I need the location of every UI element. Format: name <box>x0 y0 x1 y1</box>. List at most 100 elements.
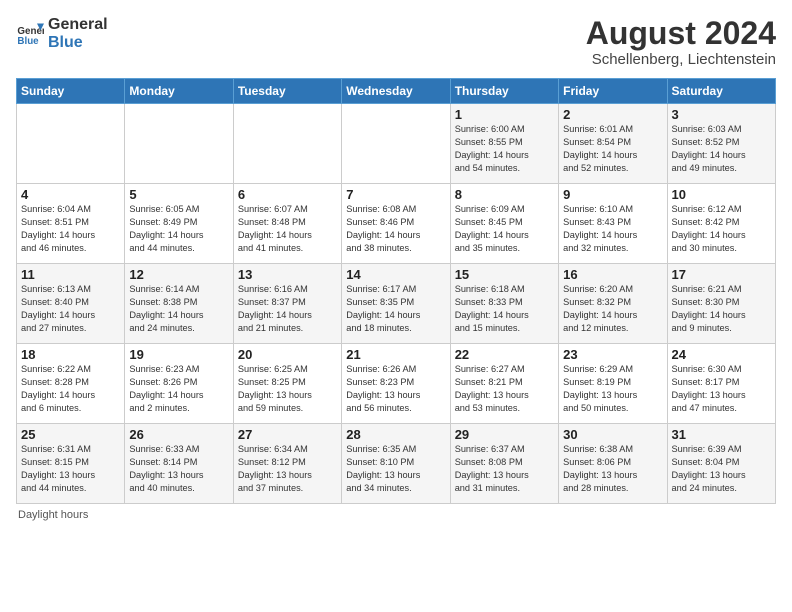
day-number: 10 <box>672 187 771 202</box>
day-info: Sunrise: 6:12 AM Sunset: 8:42 PM Dayligh… <box>672 203 771 255</box>
day-number: 2 <box>563 107 662 122</box>
calendar-cell: 1Sunrise: 6:00 AM Sunset: 8:55 PM Daylig… <box>450 104 558 184</box>
day-number: 27 <box>238 427 337 442</box>
calendar-cell: 26Sunrise: 6:33 AM Sunset: 8:14 PM Dayli… <box>125 424 233 504</box>
day-number: 9 <box>563 187 662 202</box>
calendar-cell: 14Sunrise: 6:17 AM Sunset: 8:35 PM Dayli… <box>342 264 450 344</box>
day-info: Sunrise: 6:08 AM Sunset: 8:46 PM Dayligh… <box>346 203 445 255</box>
calendar-week-row: 11Sunrise: 6:13 AM Sunset: 8:40 PM Dayli… <box>17 264 776 344</box>
calendar-cell <box>233 104 341 184</box>
day-number: 21 <box>346 347 445 362</box>
day-number: 29 <box>455 427 554 442</box>
calendar-cell: 30Sunrise: 6:38 AM Sunset: 8:06 PM Dayli… <box>559 424 667 504</box>
day-info: Sunrise: 6:23 AM Sunset: 8:26 PM Dayligh… <box>129 363 228 415</box>
day-info: Sunrise: 6:17 AM Sunset: 8:35 PM Dayligh… <box>346 283 445 335</box>
day-number: 31 <box>672 427 771 442</box>
calendar-cell: 10Sunrise: 6:12 AM Sunset: 8:42 PM Dayli… <box>667 184 775 264</box>
day-number: 7 <box>346 187 445 202</box>
day-number: 24 <box>672 347 771 362</box>
day-number: 25 <box>21 427 120 442</box>
day-info: Sunrise: 6:09 AM Sunset: 8:45 PM Dayligh… <box>455 203 554 255</box>
calendar-cell: 8Sunrise: 6:09 AM Sunset: 8:45 PM Daylig… <box>450 184 558 264</box>
day-info: Sunrise: 6:27 AM Sunset: 8:21 PM Dayligh… <box>455 363 554 415</box>
calendar-cell: 19Sunrise: 6:23 AM Sunset: 8:26 PM Dayli… <box>125 344 233 424</box>
logo-general: General <box>48 16 108 34</box>
title-block: August 2024 Schellenberg, Liechtenstein <box>586 16 776 68</box>
day-number: 16 <box>563 267 662 282</box>
calendar-cell: 13Sunrise: 6:16 AM Sunset: 8:37 PM Dayli… <box>233 264 341 344</box>
weekday-header: Sunday <box>17 79 125 104</box>
day-number: 5 <box>129 187 228 202</box>
day-info: Sunrise: 6:35 AM Sunset: 8:10 PM Dayligh… <box>346 443 445 495</box>
calendar-cell: 2Sunrise: 6:01 AM Sunset: 8:54 PM Daylig… <box>559 104 667 184</box>
calendar-cell: 6Sunrise: 6:07 AM Sunset: 8:48 PM Daylig… <box>233 184 341 264</box>
calendar-cell <box>17 104 125 184</box>
logo-icon: General Blue <box>16 20 44 48</box>
location: Schellenberg, Liechtenstein <box>586 51 776 68</box>
weekday-header: Monday <box>125 79 233 104</box>
calendar-cell: 7Sunrise: 6:08 AM Sunset: 8:46 PM Daylig… <box>342 184 450 264</box>
calendar-cell: 18Sunrise: 6:22 AM Sunset: 8:28 PM Dayli… <box>17 344 125 424</box>
calendar-cell: 23Sunrise: 6:29 AM Sunset: 8:19 PM Dayli… <box>559 344 667 424</box>
day-number: 1 <box>455 107 554 122</box>
day-number: 28 <box>346 427 445 442</box>
day-info: Sunrise: 6:25 AM Sunset: 8:25 PM Dayligh… <box>238 363 337 415</box>
day-info: Sunrise: 6:05 AM Sunset: 8:49 PM Dayligh… <box>129 203 228 255</box>
calendar-header-row: SundayMondayTuesdayWednesdayThursdayFrid… <box>17 79 776 104</box>
calendar-cell: 31Sunrise: 6:39 AM Sunset: 8:04 PM Dayli… <box>667 424 775 504</box>
calendar-week-row: 25Sunrise: 6:31 AM Sunset: 8:15 PM Dayli… <box>17 424 776 504</box>
calendar-cell: 22Sunrise: 6:27 AM Sunset: 8:21 PM Dayli… <box>450 344 558 424</box>
day-info: Sunrise: 6:14 AM Sunset: 8:38 PM Dayligh… <box>129 283 228 335</box>
day-number: 17 <box>672 267 771 282</box>
calendar-cell: 15Sunrise: 6:18 AM Sunset: 8:33 PM Dayli… <box>450 264 558 344</box>
day-number: 12 <box>129 267 228 282</box>
day-info: Sunrise: 6:33 AM Sunset: 8:14 PM Dayligh… <box>129 443 228 495</box>
day-info: Sunrise: 6:07 AM Sunset: 8:48 PM Dayligh… <box>238 203 337 255</box>
weekday-header: Saturday <box>667 79 775 104</box>
day-info: Sunrise: 6:38 AM Sunset: 8:06 PM Dayligh… <box>563 443 662 495</box>
calendar-week-row: 1Sunrise: 6:00 AM Sunset: 8:55 PM Daylig… <box>17 104 776 184</box>
calendar-cell: 24Sunrise: 6:30 AM Sunset: 8:17 PM Dayli… <box>667 344 775 424</box>
day-number: 14 <box>346 267 445 282</box>
day-number: 11 <box>21 267 120 282</box>
day-info: Sunrise: 6:00 AM Sunset: 8:55 PM Dayligh… <box>455 123 554 175</box>
day-number: 26 <box>129 427 228 442</box>
day-info: Sunrise: 6:26 AM Sunset: 8:23 PM Dayligh… <box>346 363 445 415</box>
day-number: 30 <box>563 427 662 442</box>
logo-blue: Blue <box>48 34 108 52</box>
calendar-cell: 5Sunrise: 6:05 AM Sunset: 8:49 PM Daylig… <box>125 184 233 264</box>
calendar-cell: 25Sunrise: 6:31 AM Sunset: 8:15 PM Dayli… <box>17 424 125 504</box>
weekday-header: Thursday <box>450 79 558 104</box>
day-number: 6 <box>238 187 337 202</box>
calendar-cell: 12Sunrise: 6:14 AM Sunset: 8:38 PM Dayli… <box>125 264 233 344</box>
day-info: Sunrise: 6:16 AM Sunset: 8:37 PM Dayligh… <box>238 283 337 335</box>
day-info: Sunrise: 6:22 AM Sunset: 8:28 PM Dayligh… <box>21 363 120 415</box>
calendar-cell: 27Sunrise: 6:34 AM Sunset: 8:12 PM Dayli… <box>233 424 341 504</box>
calendar-cell: 3Sunrise: 6:03 AM Sunset: 8:52 PM Daylig… <box>667 104 775 184</box>
day-info: Sunrise: 6:37 AM Sunset: 8:08 PM Dayligh… <box>455 443 554 495</box>
footer-note: Daylight hours <box>16 509 776 521</box>
calendar-cell: 9Sunrise: 6:10 AM Sunset: 8:43 PM Daylig… <box>559 184 667 264</box>
day-number: 23 <box>563 347 662 362</box>
day-number: 13 <box>238 267 337 282</box>
calendar-cell: 20Sunrise: 6:25 AM Sunset: 8:25 PM Dayli… <box>233 344 341 424</box>
day-info: Sunrise: 6:30 AM Sunset: 8:17 PM Dayligh… <box>672 363 771 415</box>
calendar-cell: 4Sunrise: 6:04 AM Sunset: 8:51 PM Daylig… <box>17 184 125 264</box>
weekday-header: Friday <box>559 79 667 104</box>
day-info: Sunrise: 6:18 AM Sunset: 8:33 PM Dayligh… <box>455 283 554 335</box>
day-number: 4 <box>21 187 120 202</box>
day-info: Sunrise: 6:01 AM Sunset: 8:54 PM Dayligh… <box>563 123 662 175</box>
day-info: Sunrise: 6:13 AM Sunset: 8:40 PM Dayligh… <box>21 283 120 335</box>
day-number: 15 <box>455 267 554 282</box>
weekday-header: Tuesday <box>233 79 341 104</box>
logo: General Blue General Blue <box>16 16 108 51</box>
weekday-header: Wednesday <box>342 79 450 104</box>
header: General Blue General Blue August 2024 Sc… <box>16 16 776 68</box>
day-number: 19 <box>129 347 228 362</box>
day-number: 18 <box>21 347 120 362</box>
day-number: 8 <box>455 187 554 202</box>
day-info: Sunrise: 6:10 AM Sunset: 8:43 PM Dayligh… <box>563 203 662 255</box>
calendar-cell: 17Sunrise: 6:21 AM Sunset: 8:30 PM Dayli… <box>667 264 775 344</box>
calendar-cell <box>125 104 233 184</box>
calendar-week-row: 18Sunrise: 6:22 AM Sunset: 8:28 PM Dayli… <box>17 344 776 424</box>
